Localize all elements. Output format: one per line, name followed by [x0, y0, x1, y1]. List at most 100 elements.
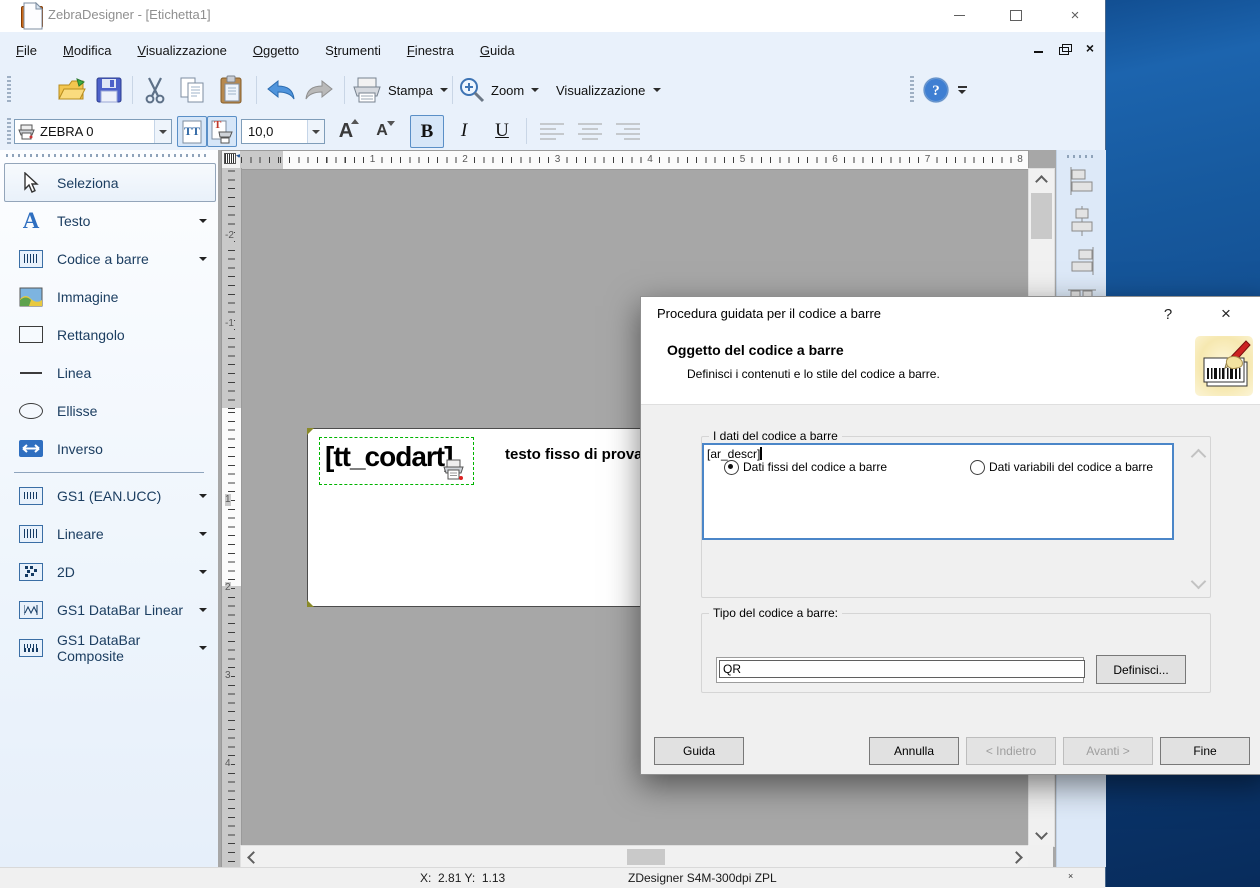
sidebar-item-codice-a-barre[interactable]: Codice a barre — [4, 239, 216, 278]
sidebar-item-testo[interactable]: A Testo — [4, 201, 216, 240]
cancel-button[interactable]: Annulla — [869, 737, 959, 765]
chevron-down-icon[interactable] — [199, 645, 207, 650]
align-left-button[interactable] — [534, 116, 570, 146]
bold-button[interactable]: B — [410, 115, 444, 148]
cut-button[interactable] — [138, 73, 172, 107]
scroll-left-icon[interactable] — [241, 846, 263, 868]
label-surface[interactable]: [tt_codart] testo fisso di prova — [307, 428, 679, 607]
align-center-button[interactable] — [572, 116, 608, 146]
minimize-icon[interactable] — [936, 0, 982, 31]
view-dropdown-icon[interactable] — [653, 88, 662, 92]
chevron-down-icon[interactable] — [199, 493, 207, 498]
zoom-button[interactable]: Zoom — [458, 73, 550, 107]
statusbar-close-icon[interactable]: × — [1068, 871, 1073, 881]
fixed-data-radio[interactable] — [724, 460, 739, 475]
align-objects-right-button[interactable] — [1064, 243, 1100, 279]
sidebar-item-rettangolo[interactable]: Rettangolo — [4, 315, 216, 354]
sidebar-item-lineare[interactable]: Lineare — [4, 514, 216, 553]
help-button[interactable]: ? — [920, 74, 952, 106]
scroll-down-icon[interactable] — [1029, 824, 1054, 846]
sidebar-item-gs1-databar-linear[interactable]: GS1 DataBar Linear — [4, 590, 216, 629]
chevron-down-icon[interactable] — [199, 607, 207, 612]
sidebar-item-2d[interactable]: 2D — [4, 552, 216, 591]
text-print-toggle[interactable]: T — [207, 116, 237, 147]
sidebar-item-gs1-databar-composite[interactable]: GS1 DataBar Composite — [4, 628, 216, 667]
chevron-down-icon[interactable] — [199, 569, 207, 574]
next-button[interactable]: Avanti > — [1063, 737, 1153, 765]
format-toolbar-grip[interactable] — [7, 118, 11, 144]
sidebar-item-linea[interactable]: Linea — [4, 353, 216, 392]
menu-strumenti[interactable]: Strumenti — [312, 37, 394, 64]
define-button[interactable]: Definisci... — [1096, 655, 1186, 684]
main-toolbar: Stampa Zoom Visualizzazione ? — [0, 2, 1105, 112]
close-icon[interactable]: × — [1052, 0, 1098, 31]
zoom-dropdown-icon[interactable] — [531, 88, 540, 92]
chevron-down-icon[interactable] — [199, 218, 207, 223]
dialog-close-icon[interactable]: × — [1211, 302, 1241, 326]
align-right-button[interactable] — [610, 116, 646, 146]
toolbox-grip[interactable] — [6, 154, 206, 157]
view-dropdown[interactable]: Visualizzazione — [556, 73, 686, 107]
align-objects-center-button[interactable] — [1064, 203, 1100, 239]
ruler-origin-button[interactable] — [221, 150, 243, 170]
menu-finestra[interactable]: Finestra — [394, 37, 467, 64]
undo-button[interactable] — [262, 75, 300, 105]
mdi-close-icon[interactable]: × — [1083, 41, 1097, 55]
font-size-select[interactable]: 10,0 — [241, 119, 325, 144]
open-button[interactable] — [54, 73, 90, 107]
align-objects-left-button[interactable] — [1064, 163, 1100, 199]
scroll-up-icon[interactable] — [1190, 448, 1207, 465]
scroll-right-icon[interactable] — [1007, 846, 1029, 868]
horizontal-scroll-thumb[interactable] — [627, 849, 665, 865]
font-dialog-toggle[interactable]: TT — [177, 116, 207, 147]
sidebar-item-inverso[interactable]: Inverso — [4, 429, 216, 468]
mdi-minimize-icon[interactable] — [1031, 41, 1045, 55]
barcode-data-input[interactable]: [ar_descr] — [702, 443, 1207, 590]
chevron-down-icon[interactable] — [199, 531, 207, 536]
variable-data-label[interactable]: Dati variabili del codice a barre — [989, 460, 1153, 474]
sidebar-item-gs1-ean-ucc[interactable]: GS1 (EAN.UCC) — [4, 476, 216, 515]
toolbar-options-button[interactable] — [958, 86, 967, 94]
new-document-button[interactable] — [16, 0, 50, 33]
copy-button[interactable] — [174, 73, 210, 107]
maximize-icon[interactable] — [993, 0, 1039, 31]
menu-visualizzazione[interactable]: Visualizzazione — [124, 37, 239, 64]
align-panel-grip[interactable] — [1067, 155, 1095, 158]
mdi-restore-icon[interactable] — [1057, 41, 1072, 55]
scroll-down-icon[interactable] — [1190, 573, 1207, 590]
vertical-scroll-thumb[interactable] — [1031, 193, 1052, 239]
print-dropdown-icon[interactable] — [439, 88, 448, 92]
toolbar-grip[interactable] — [7, 76, 11, 104]
barcode-type-input[interactable] — [719, 660, 1085, 678]
static-text-object[interactable]: testo fisso di prova — [505, 446, 643, 463]
sidebar-item-ellisse[interactable]: Ellisse — [4, 391, 216, 430]
fixed-data-label[interactable]: Dati fissi del codice a barre — [743, 460, 887, 474]
printer-select[interactable]: ZEBRA 0 — [14, 119, 172, 144]
menu-file[interactable]: File — [3, 37, 50, 64]
variable-data-radio[interactable] — [970, 460, 985, 475]
chevron-down-icon[interactable] — [199, 256, 207, 261]
redo-button[interactable] — [300, 75, 338, 105]
sidebar-item-immagine[interactable]: Immagine — [4, 277, 216, 316]
menu-guida[interactable]: Guida — [467, 37, 528, 64]
help-toolbar-grip[interactable] — [910, 76, 914, 104]
back-button[interactable]: < Indietro — [966, 737, 1056, 765]
finish-button[interactable]: Fine — [1160, 737, 1250, 765]
wizard-help-button[interactable]: Guida — [654, 737, 744, 765]
sidebar-item-seleziona[interactable]: Seleziona — [4, 163, 216, 202]
menu-modifica[interactable]: Modifica — [50, 37, 124, 64]
window-title: ZebraDesigner - [Etichetta1] — [48, 7, 211, 22]
horizontal-scrollbar[interactable] — [240, 845, 1030, 869]
printer-select-dropdown[interactable] — [154, 120, 171, 143]
paste-button[interactable] — [214, 72, 250, 108]
save-button[interactable] — [92, 73, 126, 107]
dialog-help-icon[interactable]: ? — [1153, 302, 1183, 326]
font-decrease-button[interactable]: A — [366, 116, 398, 146]
underline-button[interactable]: U — [486, 115, 518, 146]
align-right-icon — [616, 123, 640, 140]
menu-oggetto[interactable]: Oggetto — [240, 37, 312, 64]
scroll-up-icon[interactable] — [1029, 169, 1054, 191]
font-increase-button[interactable]: A — [330, 116, 362, 146]
font-size-dropdown[interactable] — [307, 120, 324, 143]
italic-button[interactable]: I — [448, 115, 480, 146]
